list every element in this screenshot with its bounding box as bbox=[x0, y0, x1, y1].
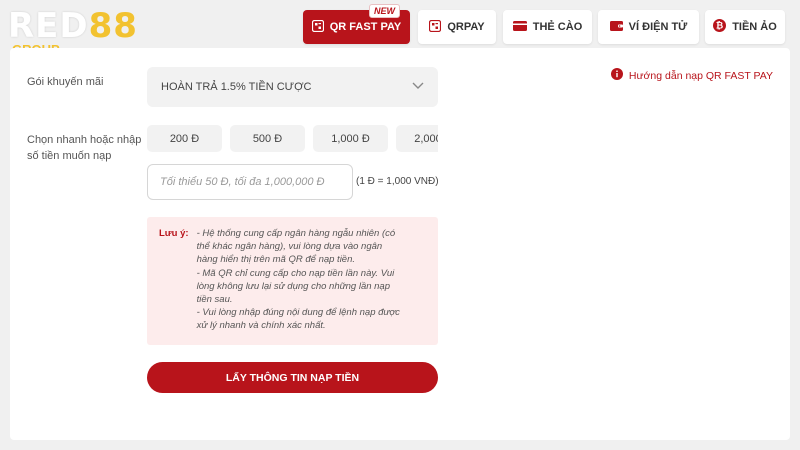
quick-amount-label: Chọn nhanh hoặc nhập số tiền muốn nạp bbox=[27, 134, 142, 162]
tab-label: THẺ CÀO bbox=[532, 21, 583, 33]
logo-wordmark: RED88 bbox=[8, 6, 138, 46]
quick-amount-1000[interactable]: 1,000 Đ bbox=[313, 125, 388, 152]
guide-label: Hướng dẫn nạp QR FAST PAY bbox=[628, 69, 773, 82]
brand-logo: RED88 GROUP bbox=[8, 6, 148, 57]
tab-label: TIỀN ẢO bbox=[732, 21, 777, 33]
tab-label: VÍ ĐIỆN TỬ bbox=[628, 21, 688, 33]
tab-label: QRPAY bbox=[447, 21, 485, 33]
bitcoin-icon: ₿ bbox=[713, 19, 727, 35]
amount-input[interactable] bbox=[147, 164, 353, 200]
exchange-rate-text: (1 Đ = 1,000 VNĐ) bbox=[356, 176, 439, 187]
tab-tien-ao[interactable]: ₿ TIỀN ẢO bbox=[705, 10, 785, 44]
quick-amount-500[interactable]: 500 Đ bbox=[230, 125, 305, 152]
deposit-panel: Gói khuyến mãi HOÀN TRẢ 1.5% TIỀN CƯỢC C… bbox=[10, 48, 790, 440]
tab-the-cao[interactable]: THẺ CÀO bbox=[503, 10, 592, 44]
quick-amount-200[interactable]: 200 Đ bbox=[147, 125, 222, 152]
quick-amount-list: 200 Đ 500 Đ 1,000 Đ 2,000 Đ bbox=[147, 48, 438, 168]
get-deposit-info-button[interactable]: LẤY THÔNG TIN NẠP TIỀN bbox=[147, 362, 438, 393]
header: RED88 GROUP QR FAST PAY NEW QRPAY THẺ CÀ… bbox=[0, 0, 800, 57]
info-icon bbox=[610, 68, 623, 83]
tab-vi-dien-tu[interactable]: VÍ ĐIỆN TỬ bbox=[598, 10, 699, 44]
tab-qrpay[interactable]: QRPAY bbox=[418, 10, 496, 44]
guide-link[interactable]: Hướng dẫn nạp QR FAST PAY bbox=[610, 68, 773, 83]
notice-box: Lưu ý: - Hệ thống cung cấp ngân hàng ngẫ… bbox=[147, 217, 438, 345]
qr-icon bbox=[311, 19, 324, 35]
tab-qr-fast-pay[interactable]: QR FAST PAY NEW bbox=[303, 4, 410, 44]
card-icon bbox=[512, 20, 527, 34]
qr-icon bbox=[429, 19, 442, 35]
svg-text:₿: ₿ bbox=[716, 21, 723, 32]
notice-lines: - Hệ thống cung cấp ngân hàng ngẫu nhiên… bbox=[196, 228, 400, 332]
notice-title: Lưu ý: bbox=[159, 228, 189, 239]
promo-label: Gói khuyến mãi bbox=[27, 76, 104, 88]
new-badge: NEW bbox=[369, 4, 400, 18]
quick-amount-2000[interactable]: 2,000 Đ bbox=[396, 125, 438, 152]
wallet-icon bbox=[609, 20, 623, 34]
tab-label: QR FAST PAY bbox=[329, 21, 402, 33]
